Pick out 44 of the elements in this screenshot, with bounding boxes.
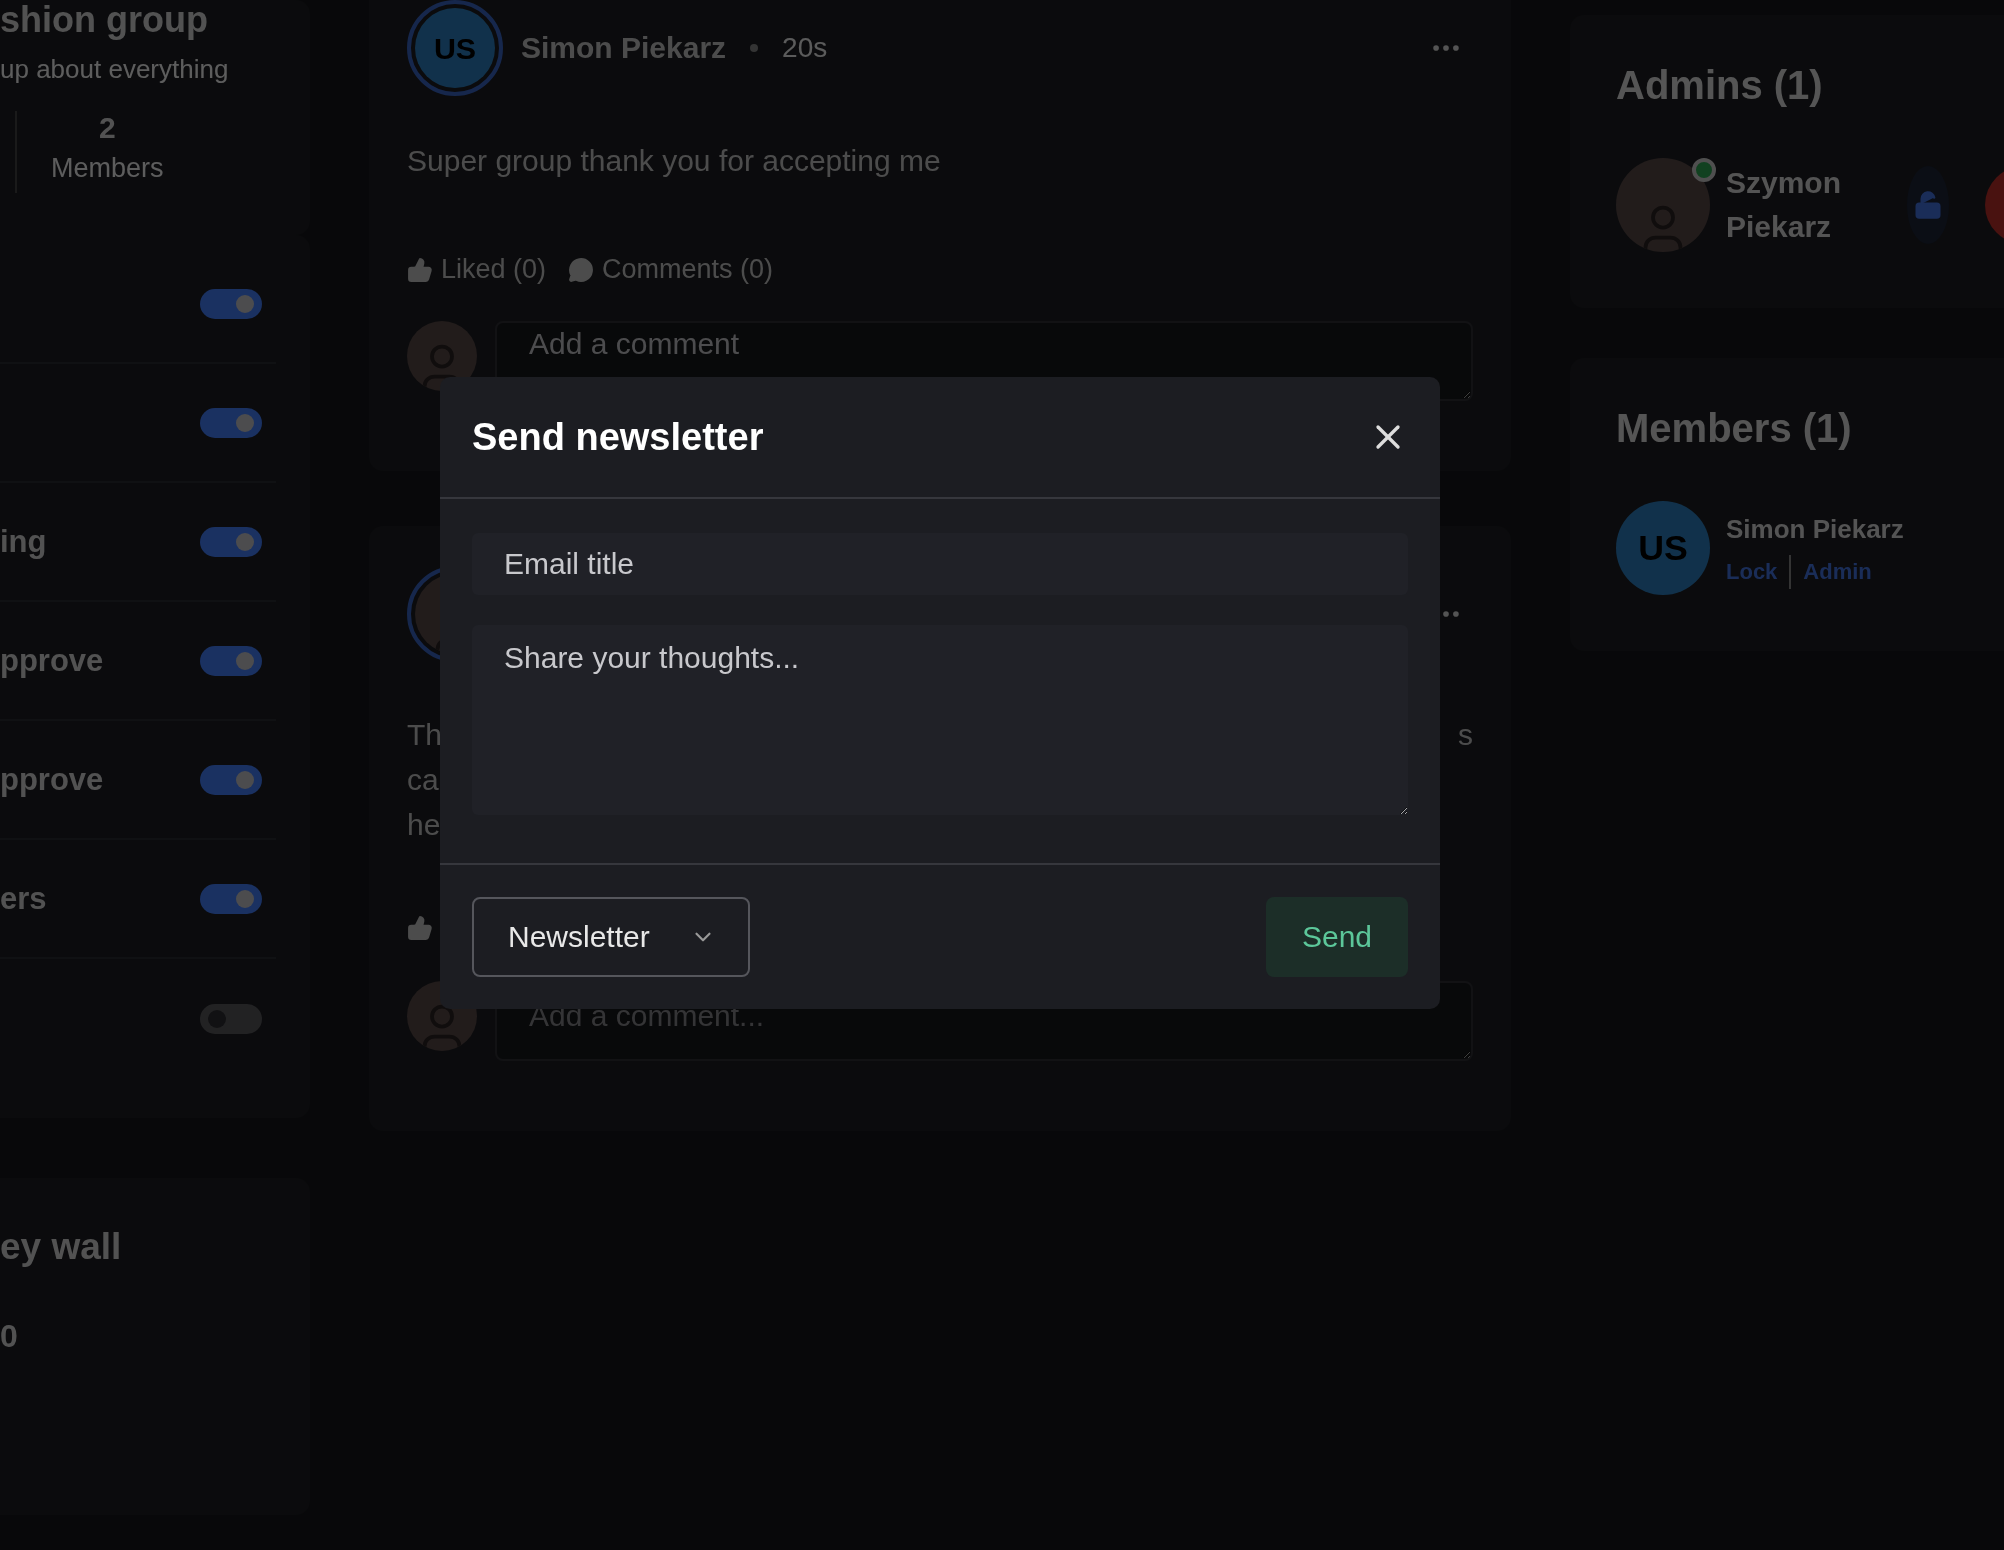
member-action-link[interactable]: Admin <box>1803 559 1872 585</box>
toggle-switch[interactable] <box>200 1003 262 1034</box>
toggle-switch[interactable] <box>200 645 262 676</box>
wall-value: 0 <box>0 1318 19 1355</box>
setting-label: ers <box>0 880 47 917</box>
type-dropdown[interactable]: Newsletter <box>472 897 750 977</box>
stat-value: 2 <box>98 111 116 145</box>
setting-label: pprove <box>0 642 104 679</box>
post-text: ca <box>407 762 440 798</box>
admin-name[interactable]: Szymon Piekarz <box>1726 161 1842 249</box>
toggle-switch[interactable] <box>200 526 262 557</box>
message-field[interactable]: Share your thoughts... <box>472 625 1408 815</box>
stat-label: Members <box>51 153 164 184</box>
section-title: Members (1) <box>1616 406 1853 451</box>
member-name[interactable]: Simon Piekarz <box>1726 507 1904 551</box>
section-title: Admins (1) <box>1616 63 1824 108</box>
group-title: shion group <box>0 0 209 40</box>
setting-label: ing <box>0 523 47 560</box>
like-button[interactable]: Liked (0) <box>407 254 547 285</box>
section-title: ey wall <box>0 1226 123 1268</box>
email-title-field[interactable]: Email title <box>472 533 1408 595</box>
group-description: up about everything <box>0 54 230 85</box>
post-text: s <box>1458 717 1473 753</box>
speech-bubble-icon <box>568 256 595 283</box>
post-text: Th <box>407 717 442 753</box>
dialog-title: Send newsletter <box>472 415 764 459</box>
post-time: 20s <box>782 32 828 64</box>
separator-dot <box>750 44 759 52</box>
toggle-switch[interactable] <box>200 407 262 438</box>
post-text: Super group thank you for accepting me <box>407 144 942 178</box>
toggle-switch[interactable] <box>200 764 262 795</box>
open-padlock-icon <box>1913 190 1944 220</box>
member-action-link[interactable]: Lock <box>1726 559 1778 585</box>
initials-avatar: US <box>1616 501 1710 595</box>
initials-avatar: US <box>415 8 495 88</box>
thumbs-up-icon <box>407 256 433 283</box>
comments-button[interactable]: Comments (0) <box>568 254 774 285</box>
post-text: he <box>407 807 442 843</box>
toggle-switch[interactable] <box>200 288 262 319</box>
thumbs-up-icon[interactable] <box>407 915 433 941</box>
author-name[interactable]: Simon Piekarz <box>521 31 727 65</box>
send-button[interactable]: Send <box>1266 897 1408 977</box>
setting-label: pprove <box>0 761 104 798</box>
toggle-switch[interactable] <box>200 883 262 914</box>
